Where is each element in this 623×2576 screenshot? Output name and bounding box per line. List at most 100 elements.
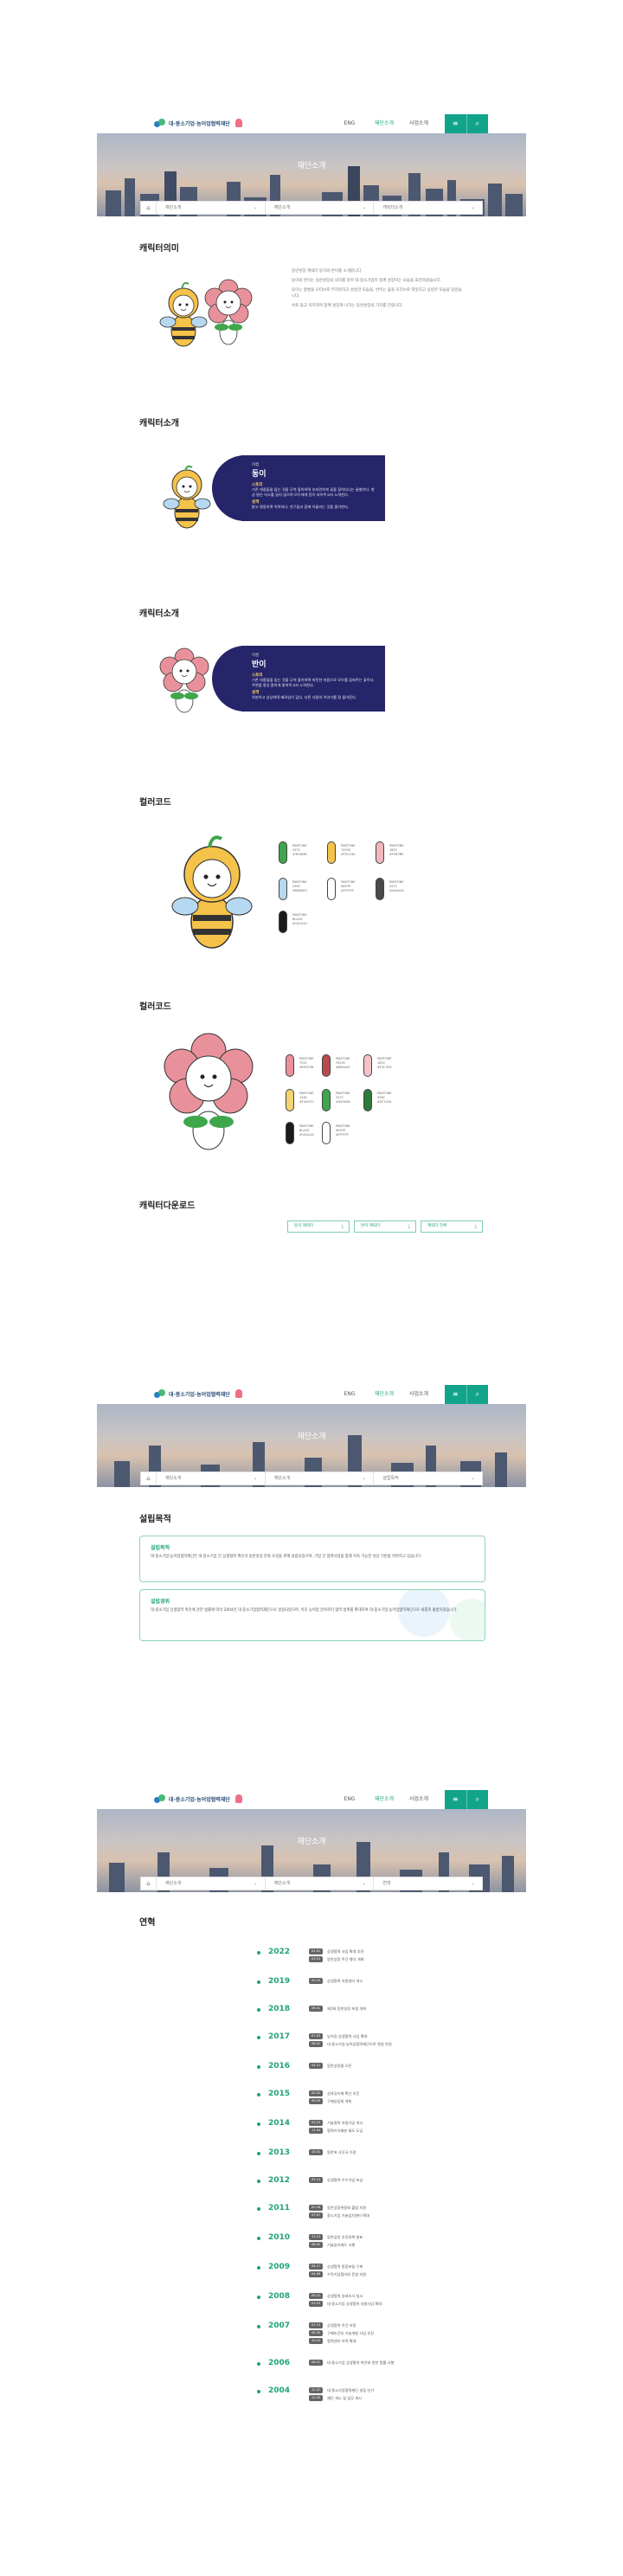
chevron-down-icon: ⌄ — [362, 204, 367, 210]
history-entry: 07.03 농어업 상생협력 사업 확대 — [309, 2033, 367, 2039]
intro-panel: 이름 동이 스토리 기존 대중들을 돕는 것을 무척 좋아하며 부지런하게 꽃을… — [241, 455, 385, 521]
section-title-intro-2: 캐릭터소개 — [139, 609, 179, 619]
chevron-down-icon: ⌄ — [253, 1475, 258, 1481]
history-entry: 02.02 성과공유제 확산 추진 — [309, 2090, 359, 2096]
history-month-badge: 01.01 — [309, 1948, 324, 1955]
intro-char-text: 차분하고 상냥하며 배려심이 깊다. 다른 사람의 이야기를 잘 들어준다. — [252, 695, 357, 699]
color-code-label: #2F7A3A — [377, 1100, 392, 1104]
history-year: 2010 — [268, 2233, 291, 2242]
chevron-down-icon: ⌄ — [470, 1475, 476, 1481]
history-month-badge: 01.15 — [309, 2322, 324, 2328]
history-entry-text: 대·중소기업 상생협력 지원사업 확대 — [327, 2301, 382, 2306]
history-entry-text: 동반성장위원회 출범 지원 — [327, 2205, 367, 2210]
timeline-dot — [257, 2065, 260, 2069]
download-button-bani[interactable]: 반이 캐릭터 ⤓ — [354, 1220, 416, 1233]
logo-text: 대·중소기업·농어업협력재단 — [169, 120, 230, 127]
menu-icon[interactable]: ≡ — [445, 1385, 467, 1404]
history-entry: 01.15 상생협력 주간 지정 — [309, 2322, 356, 2328]
nav-business[interactable]: 사업소개 — [401, 1385, 436, 1404]
color-code-label: #3EA64B — [292, 853, 307, 856]
nav-foundation[interactable]: 재단소개 — [367, 1385, 401, 1404]
search-icon[interactable]: ⌕ — [467, 1790, 489, 1809]
color-code-label: #4A4A4A — [389, 889, 404, 892]
character-intro-bani: 이름 반이 스토리 기존 대중들을 돕는 것을 무척 좋아하며 따뜻한 마음으로… — [212, 646, 385, 712]
history-year: 2011 — [268, 2204, 291, 2212]
bee-character — [159, 281, 208, 347]
history-year: 2013 — [268, 2148, 291, 2157]
chevron-down-icon: ⌄ — [253, 204, 258, 210]
search-icon[interactable]: ⌕ — [467, 114, 489, 133]
history-entry-text: 농어업 상생협력 사업 확대 — [327, 2033, 368, 2038]
history-entry: 03.15 동반성장 주간 행사 개최 — [309, 1956, 364, 1962]
nav-business[interactable]: 사업소개 — [401, 1790, 436, 1809]
chevron-down-icon: ⌄ — [470, 204, 476, 210]
site-logo[interactable]: 대·중소기업·농어업협력재단 — [154, 119, 242, 127]
history-month-badge: 08.17 — [309, 2264, 324, 2270]
purpose-box: 설립목적 대·중소기업·농어업협력재단은 대·중소기업 간 상생협력 확산과 동… — [139, 1536, 485, 1582]
color-swatch — [286, 1054, 294, 1077]
timeline-dot — [257, 2325, 260, 2328]
home-icon[interactable]: ⌂ — [141, 1877, 157, 1890]
color-code-label: #E9919B — [299, 1066, 314, 1069]
download-button-dongi[interactable]: 동이 캐릭터 ⤓ — [287, 1220, 350, 1233]
history-entry: 03.25 기술협력 지원사업 개시 — [309, 2120, 363, 2126]
history-year: 2022 — [268, 1948, 291, 1956]
download-button-all[interactable]: 캐릭터 전체 ⤓ — [421, 1220, 483, 1233]
history-entry-text: 동반성장 주간 행사 개최 — [327, 1956, 364, 1961]
history-entry-text: 기술협력 지원사업 개시 — [327, 2120, 363, 2125]
color-code-label: #3EA64B — [336, 1100, 350, 1104]
history-month-badge: 04.11 — [309, 2063, 324, 2069]
home-icon[interactable]: ⌂ — [141, 202, 157, 214]
breadcrumb-select-3[interactable]: 캐릭터소개 ⌄ — [374, 202, 482, 214]
history-entry-text: 협력센터 지역 확대 — [327, 2338, 356, 2343]
download-icon: ⤓ — [341, 1224, 344, 1229]
site-logo[interactable]: 대·중소기업·농어업협력재단 — [154, 1389, 242, 1398]
nav-eng[interactable]: ENG — [332, 1790, 367, 1809]
history-year: 2009 — [268, 2263, 291, 2271]
history-month-badge: 10.01 — [309, 2149, 324, 2155]
mascot-pin-icon — [234, 1389, 242, 1398]
history-entry: 10.01 동반위 사무국 이관 — [309, 2149, 356, 2155]
history-month-badge: 05.14 — [309, 2177, 324, 2183]
color-swatch — [363, 1054, 372, 1077]
color-swatch — [322, 1122, 331, 1144]
history-month-badge: 12.07 — [309, 2387, 324, 2393]
breadcrumb-select-2[interactable]: 재단소개 ⌄ — [266, 202, 375, 214]
intro-profile-text: 기존 대중들을 돕는 것을 무척 좋아하며 따뜻한 마음으로 모두를 감싸주는 … — [252, 678, 375, 687]
color-chip: PANTONE WHITE #FFFFFF — [327, 878, 376, 904]
nav-eng[interactable]: ENG — [332, 1385, 367, 1404]
menu-icon[interactable]: ≡ — [445, 114, 467, 133]
color-code-label: #B6D8F0 — [292, 889, 307, 892]
history-entry: 12.29 재단 개소 및 업무 개시 — [309, 2395, 362, 2401]
bee-character-illustration — [163, 465, 211, 529]
search-icon[interactable]: ⌕ — [467, 1385, 489, 1404]
nav-business[interactable]: 사업소개 — [401, 114, 436, 133]
home-icon[interactable]: ⌂ — [141, 1472, 157, 1484]
site-logo[interactable]: 대·중소기업·농어업협력재단 — [154, 1794, 242, 1803]
history-entry: 06.01 제1회 동반성장 포럼 개최 — [309, 2006, 366, 2012]
nav-foundation[interactable]: 재단소개 — [367, 1790, 401, 1809]
chevron-down-icon: ⌄ — [362, 1880, 367, 1886]
history-entry-text: 협력이익배분 제도 도입 — [327, 2128, 363, 2133]
history-month-badge: 10.10 — [309, 2338, 324, 2344]
history-month-badge: 09.09 — [309, 2098, 324, 2104]
section-title-color-1: 컬러코드 — [139, 798, 171, 808]
intro-panel: 이름 반이 스토리 기존 대중들을 돕는 것을 무척 좋아하며 따뜻한 마음으로… — [241, 646, 385, 712]
history-entry: 07.07 중소기업 기술임치센터 확대 — [309, 2212, 369, 2219]
intro-profile-text: 기존 대중들을 돕는 것을 무척 좋아하며 부지런하게 꽃을 찾아다니는 꿀벌이… — [252, 487, 375, 497]
nav-foundation[interactable]: 재단소개 — [367, 114, 401, 133]
nav-eng[interactable]: ENG — [332, 114, 367, 133]
breadcrumb-select-1[interactable]: 재단소개 ⌄ — [157, 202, 266, 214]
menu-icon[interactable]: ≡ — [445, 1790, 467, 1809]
history-entry: 12.07 대·중소기업협력재단 설립 인가 — [309, 2387, 374, 2393]
purpose-box-text: 대·중소기업·농어업협력재단은 대·중소기업 간 상생협력 확산과 동반성장 문… — [151, 1555, 422, 1559]
color-code-label: #F4C3C8 — [377, 1066, 392, 1069]
color-code-label: #FFFFFF — [341, 889, 355, 892]
timeline-dot — [257, 2390, 260, 2393]
section-title-purpose: 설립목적 — [139, 1515, 171, 1524]
chevron-down-icon: ⌄ — [253, 1880, 258, 1886]
color-chip: PANTONE 7404C #F5C24A — [327, 841, 376, 867]
history-entry-text: 동반성장 추진대책 발표 — [327, 2234, 363, 2239]
history-entry: 02.28 동반성장위원회 출범 지원 — [309, 2205, 366, 2211]
color-swatch — [322, 1054, 331, 1077]
